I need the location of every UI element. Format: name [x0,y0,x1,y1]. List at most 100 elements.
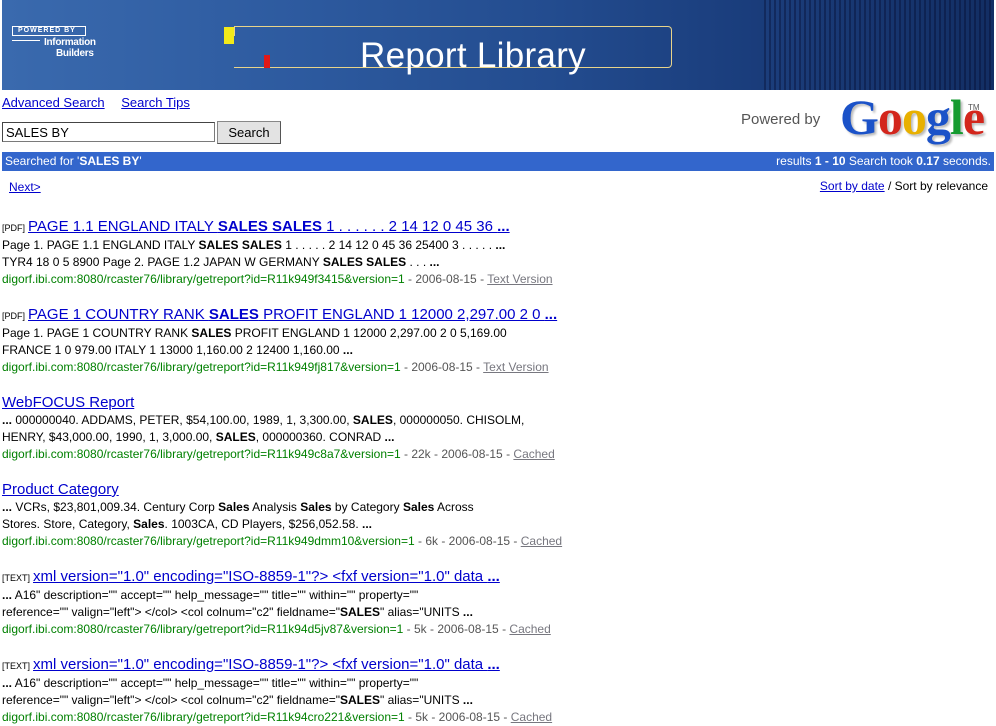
google-letter: e [962,89,985,145]
result-title-highlight: ... [497,218,510,235]
snippet-text: TYR4 18 0 5 8900 Page 2. PAGE 1.2 JAPAN … [2,255,323,269]
results-prefix: results [776,154,815,168]
snippet-text: . 1003CA, CD Players, $256,052.58. [164,517,362,531]
search-result: WebFOCUS Report... 000000040. ADDAMS, PE… [2,394,992,463]
search-button[interactable]: Search [217,121,281,144]
logo-information: Information [44,37,96,48]
snippet-text: Analysis [249,500,301,514]
snippet-highlight: ... [342,343,353,357]
snippet-highlight: Sales [402,500,435,514]
result-meta: - 22k - 2006-08-15 - [400,447,514,461]
logo-builders: Builders [56,48,94,59]
snippet-highlight: ... [2,588,13,602]
google-letter: g [925,89,951,145]
result-title-link[interactable]: WebFOCUS Report [2,394,134,411]
snippet-text: by Category [331,500,403,514]
search-result: [TEXT] xml version="1.0" encoding="ISO-88… [2,568,992,638]
cached-link[interactable]: Cached [511,710,552,724]
result-title-highlight: ... [487,568,500,585]
header-banner: POWERED BY Information Builders Report L… [2,0,994,90]
result-url-line: digorf.ibi.com:8080/rcaster76/library/ge… [2,446,992,463]
results-summary: results 1 - 10 Search took 0.17 seconds. [776,152,991,171]
text-version-link[interactable]: Text Version [483,360,548,374]
result-title-link[interactable]: xml version="1.0" encoding="ISO-8859-1"?… [33,568,500,585]
result-snippet: reference="" valign="left"> </col> <col … [2,692,992,709]
snippet-highlight: Sales [133,517,165,531]
result-title-line: [TEXT] xml version="1.0" encoding="ISO-88… [2,656,992,675]
result-title-highlight: SALES [208,306,259,323]
snippet-highlight: SALES [191,326,232,340]
result-url: digorf.ibi.com:8080/rcaster76/library/ge… [2,447,401,461]
result-title-line: WebFOCUS Report [2,394,992,412]
cached-link[interactable]: Cached [513,447,554,461]
took-prefix: Search took [845,154,917,168]
result-meta: - 2006-08-15 - [404,272,488,286]
cached-link[interactable]: Cached [509,622,550,636]
banner-yellow-block [224,27,234,44]
google-logo: Google [840,88,985,146]
result-url: digorf.ibi.com:8080/rcaster76/library/ge… [2,272,405,286]
snippet-highlight: ... [495,238,506,252]
snippet-text: Page 1. PAGE 1.1 ENGLAND ITALY [2,238,199,252]
information-builders-logo: POWERED BY Information Builders [12,26,114,66]
advanced-search-link[interactable]: Advanced Search [2,95,105,110]
result-snippet: reference="" valign="left"> </col> <col … [2,604,992,621]
result-title-link[interactable]: PAGE 1 COUNTRY RANK SALES PROFIT ENGLAND… [28,306,557,323]
search-input[interactable] [2,122,215,142]
sort-by-relevance-label: / Sort by relevance [884,179,988,193]
snippet-highlight: SALES [352,413,393,427]
searched-for: Searched for 'SALES BY' [5,152,142,171]
result-meta: - 5k - 2006-08-15 - [403,622,510,636]
result-meta: - 6k - 2006-08-15 - [414,534,521,548]
google-letter: l [949,89,964,145]
search-result: [TEXT] xml version="1.0" encoding="ISO-88… [2,656,992,726]
snippet-text: A16" description="" accept="" help_messa… [12,676,419,690]
result-title-highlight: SALES SALES [217,218,322,235]
result-meta: - 5k - 2006-08-15 - [404,710,511,724]
result-url-line: digorf.ibi.com:8080/rcaster76/library/ge… [2,533,992,550]
result-title-text: xml version="1.0" encoding="ISO-8859-1"?… [33,568,488,585]
sort-options: Sort by date / Sort by relevance [820,179,988,193]
search-tips-link[interactable]: Search Tips [121,95,190,110]
snippet-highlight: ... [384,430,395,444]
text-version-link[interactable]: Text Version [487,272,552,286]
snippet-highlight: Sales [218,500,250,514]
snippet-text: PROFIT ENGLAND 1 12000 2,297.00 2 0 5,16… [231,326,507,340]
result-title-link[interactable]: Product Category [2,481,119,498]
powered-by-label: Powered by [741,111,821,128]
result-url-line: digorf.ibi.com:8080/rcaster76/library/ge… [2,709,992,726]
result-title-text: PROFIT ENGLAND 1 12000 2,297.00 2 0 [258,306,545,323]
result-title-line: Product Category [2,481,992,499]
search-result: Product Category... VCRs, $23,801,009.34… [2,481,992,550]
searched-suffix: ' [139,154,142,168]
result-url-line: digorf.ibi.com:8080/rcaster76/library/ge… [2,271,992,288]
result-title-text: PAGE 1 COUNTRY RANK [28,306,209,323]
snippet-highlight: ... [462,693,473,707]
result-url: digorf.ibi.com:8080/rcaster76/library/ge… [2,534,415,548]
snippet-highlight: Sales [300,500,332,514]
result-title-link[interactable]: PAGE 1.1 ENGLAND ITALY SALES SALES 1 . .… [28,218,510,235]
next-page-link[interactable]: Next> [9,180,41,194]
file-type-tag: [PDF] [2,223,26,233]
result-url: digorf.ibi.com:8080/rcaster76/library/ge… [2,622,404,636]
banner-red-block [264,55,270,68]
result-title-highlight: ... [544,306,558,323]
searched-prefix: Searched for ' [5,154,80,168]
result-meta: - 2006-08-15 - [400,360,484,374]
result-title-link[interactable]: xml version="1.0" encoding="ISO-8859-1"?… [33,656,500,673]
result-url-line: digorf.ibi.com:8080/rcaster76/library/ge… [2,621,992,638]
snippet-text: , 000000360. CONRAD [255,430,385,444]
sort-by-date-link[interactable]: Sort by date [820,179,885,193]
banner-frame-tick [234,26,235,36]
result-title-text: 1 . . . . . . 2 14 12 0 45 36 [322,218,498,235]
result-title-text: Product Category [2,481,119,498]
snippet-text: reference="" valign="left"> </col> <col … [2,605,341,619]
result-url: digorf.ibi.com:8080/rcaster76/library/ge… [2,710,405,724]
result-title-text: xml version="1.0" encoding="ISO-8859-1"?… [33,656,488,673]
results-range: 1 - 10 [814,154,846,168]
banner-stripes [764,0,994,90]
result-snippet: FRANCE 1 0 979.00 ITALY 1 13000 1,160.00… [2,342,992,359]
cached-link[interactable]: Cached [521,534,562,548]
result-snippet: ... A16" description="" accept="" help_m… [2,587,992,604]
result-title-line: [TEXT] xml version="1.0" encoding="ISO-88… [2,568,992,587]
